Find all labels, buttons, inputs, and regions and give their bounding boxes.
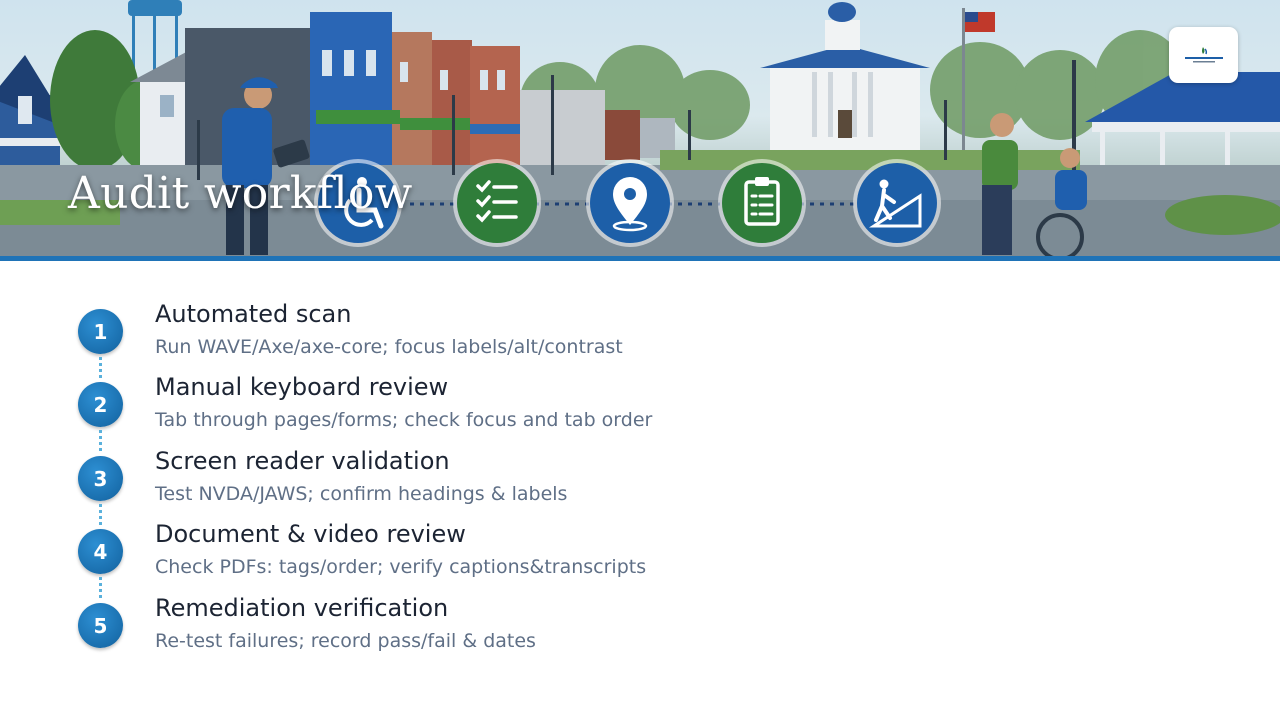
step-item: 1 Automated scan Run WAVE/Axe/axe-core; … [78,300,718,370]
clipboard-icon [718,159,806,247]
step-number-badge: 4 [78,529,123,574]
logo-mark-icon [1184,47,1223,63]
step-title: Manual keyboard review [155,373,449,401]
logo [1169,27,1238,83]
step-number-badge: 2 [78,382,123,427]
step-item: 3 Screen reader validation Test NVDA/JAW… [78,447,718,517]
page-title: Audit workflow [68,168,413,219]
feature-icons [314,159,941,247]
step-title: Screen reader validation [155,447,450,475]
banner-divider [0,256,1280,261]
header-banner: Audit workflow [0,0,1280,258]
step-number-badge: 3 [78,456,123,501]
step-number-badge: 1 [78,309,123,354]
location-pin-icon [586,159,674,247]
step-description: Run WAVE/Axe/axe-core; focus labels/alt/… [155,336,623,358]
ramp-icon [853,159,941,247]
step-title: Remediation verification [155,594,449,622]
step-title: Automated scan [155,300,352,328]
step-item: 2 Manual keyboard review Tab through pag… [78,373,718,443]
step-description: Test NVDA/JAWS; confirm headings & label… [155,483,568,505]
checklist-icon [453,159,541,247]
step-description: Check PDFs: tags/order; verify captions&… [155,556,647,578]
step-description: Tab through pages/forms; check focus and… [155,409,653,431]
step-number-badge: 5 [78,603,123,648]
step-title: Document & video review [155,520,466,548]
step-description: Re-test failures; record pass/fail & dat… [155,630,536,652]
step-item: 5 Remediation verification Re-test failu… [78,594,718,664]
step-item: 4 Document & video review Check PDFs: ta… [78,520,718,590]
